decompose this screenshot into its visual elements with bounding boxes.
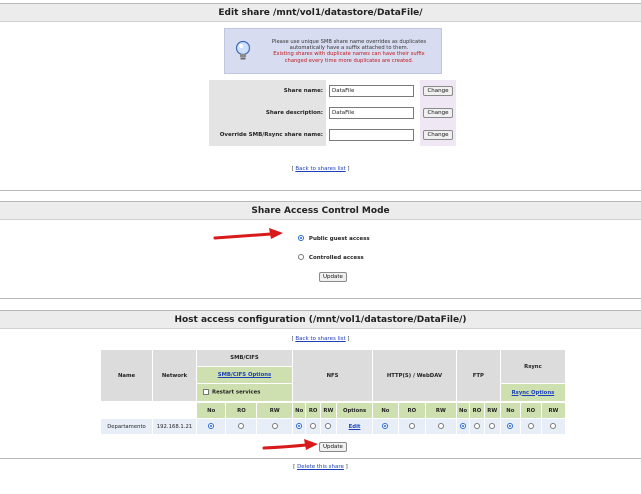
access-mode-update-button[interactable]: Update [319, 272, 347, 282]
table-row: Departamento 192.168.1.21 Edit [100, 418, 567, 435]
delete-share-link-row: [ Delete this share ] [293, 464, 348, 470]
ftp-ro-radio[interactable] [473, 423, 480, 430]
share-description-input[interactable]: DataFile [329, 107, 414, 119]
public-guest-access-option[interactable]: Public guest access [298, 235, 370, 242]
col-nfs-header: NFS [291, 349, 374, 402]
permission-subheader-row: No RO RW No RO RW Options No RO RW No RO… [100, 402, 567, 419]
override-name-row: Override SMB/Rsync share name: Change [209, 124, 456, 146]
col-rsync-header: Rsync [499, 349, 567, 384]
restart-services-checkbox[interactable] [203, 389, 209, 396]
rsync-options-link[interactable]: Rsync Options [512, 390, 555, 396]
controlled-access-option[interactable]: Controlled access [298, 254, 364, 261]
nfs-rw-radio[interactable] [325, 423, 332, 430]
public-guest-access-radio[interactable] [298, 235, 304, 241]
share-description-label: Share description: [209, 102, 326, 124]
host-back-to-shares-link[interactable]: Back to shares list [295, 336, 345, 342]
host-name-cell: Departamento [100, 418, 153, 435]
smb-options-link[interactable]: SMB/CIFS Options [218, 372, 271, 378]
smb-rw-radio[interactable] [271, 423, 278, 430]
col-name-header: Name [100, 349, 153, 402]
share-name-label: Share name: [209, 80, 326, 102]
red-arrow-annotation [213, 228, 283, 240]
col-http-header: HTTP(S) / WebDAV [372, 349, 457, 402]
change-override-name-button[interactable]: Change [423, 130, 453, 140]
col-network-header: Network [152, 349, 197, 402]
back-to-shares-link-row: [ Back to shares list ] [291, 166, 350, 172]
host-back-link-row: [ Back to shares list ] [291, 336, 350, 342]
restart-services-option[interactable]: Restart services [196, 383, 293, 402]
http-no-radio[interactable] [382, 423, 389, 430]
http-ro-radio[interactable] [408, 423, 415, 430]
rsync-rw-radio[interactable] [550, 423, 557, 430]
share-settings-form: Share name: DataFile Change Share descri… [209, 80, 456, 146]
share-description-row: Share description: DataFile Change [209, 102, 456, 124]
override-name-label: Override SMB/Rsync share name: [209, 124, 326, 146]
change-share-name-button[interactable]: Change [423, 86, 453, 96]
host-access-table: Name Network SMB/CIFS NFS HTTP(S) / WebD… [100, 349, 567, 435]
http-rw-radio[interactable] [437, 423, 444, 430]
share-name-input[interactable]: DataFile [329, 85, 414, 97]
rsync-ro-radio[interactable] [527, 423, 534, 430]
nfs-no-radio[interactable] [296, 423, 303, 430]
smb-ro-radio[interactable] [238, 423, 245, 430]
host-network-cell: 192.168.1.21 [152, 418, 197, 435]
ftp-no-radio[interactable] [460, 423, 467, 430]
duplicate-name-notice: Please use unique SMB share name overrid… [224, 28, 442, 74]
override-name-input[interactable] [329, 129, 414, 141]
host-access-update-button[interactable]: Update [319, 442, 347, 452]
controlled-access-radio[interactable] [298, 254, 304, 260]
access-mode-panel: Share Access Control Mode [0, 201, 641, 299]
smb-no-radio[interactable] [208, 423, 215, 430]
col-smb-header: SMB/CIFS [196, 349, 293, 367]
rsync-no-radio[interactable] [507, 423, 514, 430]
nfs-edit-link[interactable]: Edit [349, 424, 361, 430]
notice-line-4: changed every time more duplicates are c… [284, 57, 414, 64]
access-mode-title: Share Access Control Mode [0, 202, 641, 220]
delete-share-link[interactable]: Delete this share [297, 464, 344, 470]
host-access-title: Host access configuration (/mnt/vol1/dat… [0, 311, 641, 329]
nfs-ro-radio[interactable] [310, 423, 317, 430]
share-name-row: Share name: DataFile Change [209, 80, 456, 102]
notice-line-3: Existing shares with duplicate names can… [273, 51, 425, 58]
red-arrow-annotation-2 [262, 439, 318, 450]
ftp-rw-radio[interactable] [489, 423, 496, 430]
change-share-description-button[interactable]: Change [423, 108, 453, 118]
edit-share-title: Edit share /mnt/vol1/datastore/DataFile/ [0, 4, 641, 22]
lightbulb-icon [235, 40, 251, 60]
col-ftp-header: FTP [455, 349, 501, 402]
back-to-shares-link[interactable]: Back to shares list [295, 166, 345, 172]
